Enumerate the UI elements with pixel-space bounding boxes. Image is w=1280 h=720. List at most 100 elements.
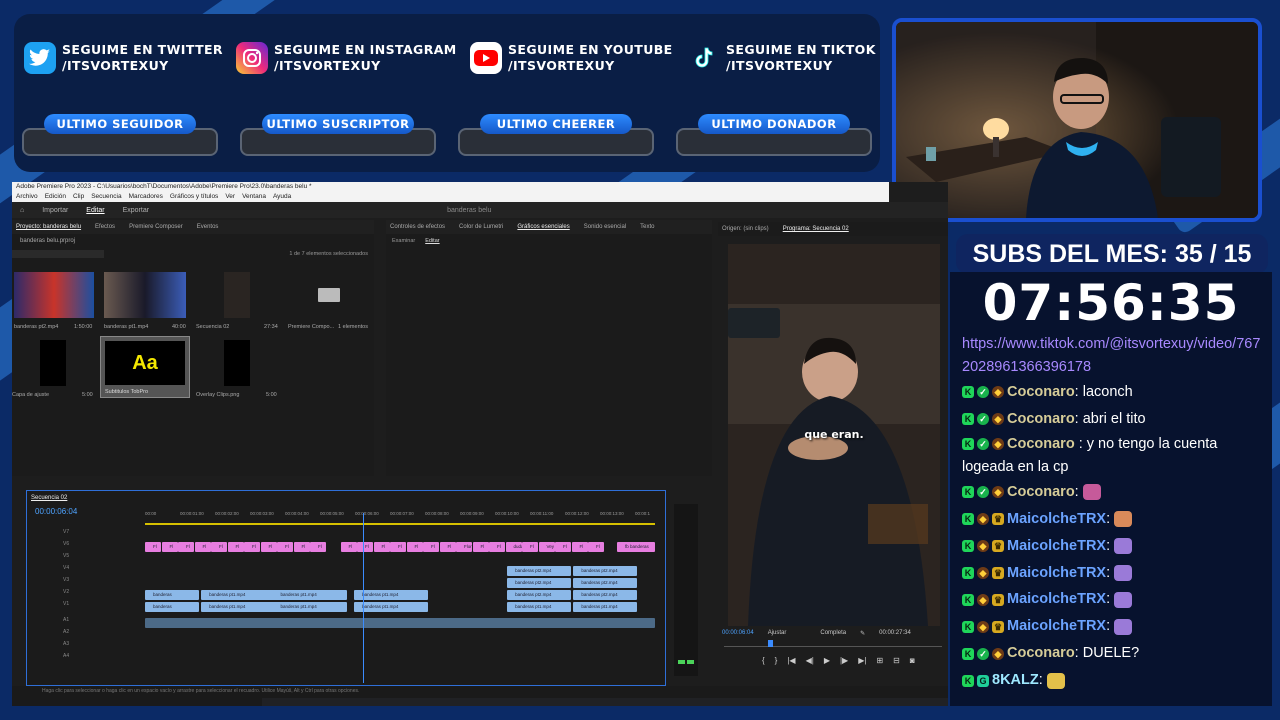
video-track-header[interactable]: V7 <box>27 529 157 541</box>
subtitle-clip[interactable]: dudam <box>505 542 522 552</box>
menu-item[interactable]: Ver <box>225 192 235 202</box>
step-back-icon[interactable]: ◀| <box>806 656 814 665</box>
subtitle-clip[interactable]: Fl <box>161 542 178 552</box>
play-icon[interactable]: ▶ <box>824 656 830 665</box>
video-clip[interactable]: banderas pt1.mp4 <box>354 602 429 612</box>
bin-thumbnail-selected[interactable]: Aa Subtitulos TobPro <box>100 336 190 398</box>
insert-icon[interactable]: ⊞ <box>876 656 883 665</box>
video-clip[interactable]: banderas pt2.mp4 <box>573 578 638 588</box>
timeline-timecode[interactable]: 00:00:06:04 <box>35 507 77 516</box>
tab-export[interactable]: Exportar <box>123 207 149 214</box>
video-clip[interactable]: banderas pt2.mp4 <box>573 566 638 576</box>
menu-item[interactable]: Gráficos y títulos <box>170 192 218 202</box>
audio-track-header[interactable]: A2 <box>27 629 157 641</box>
program-timecode[interactable]: 00:00:06:04 <box>722 630 754 636</box>
video-track-header[interactable]: V4 <box>27 565 157 577</box>
bin-thumbnail[interactable] <box>104 272 186 318</box>
tab-source[interactable]: Origen: (sin clips) <box>722 226 769 232</box>
tab-program[interactable]: Programa: Secuencia 02 <box>783 226 849 232</box>
menu-item[interactable]: Edición <box>45 192 66 202</box>
video-clip[interactable]: banderas pt2.mp4 <box>507 578 572 588</box>
tab-project[interactable]: Proyecto: banderas belu <box>16 224 81 230</box>
subtitle-clip[interactable]: Fl <box>194 542 211 552</box>
menu-item[interactable]: Archivo <box>16 192 38 202</box>
subtitle-clip[interactable]: fb banderas <box>617 542 655 552</box>
bin-thumbnail[interactable] <box>224 272 250 318</box>
tab-edit-graphics[interactable]: Editar <box>425 238 439 244</box>
tab-sequence[interactable]: Secuencia 02 <box>31 495 67 501</box>
tab-text[interactable]: Texto <box>640 224 654 230</box>
audio-track-header[interactable]: A4 <box>27 653 157 665</box>
search-input[interactable] <box>12 250 104 258</box>
subtitle-clip[interactable]: Vey <box>538 542 555 552</box>
wrench-icon[interactable]: ✎ <box>860 630 865 637</box>
tab-essential-graphics[interactable]: Gráficos esenciales <box>517 224 569 230</box>
tab-browse[interactable]: Examinar <box>392 238 415 244</box>
subtitle-clip[interactable]: Fl <box>277 542 293 552</box>
quality-dropdown[interactable]: Completa <box>820 630 846 636</box>
work-area-bar[interactable] <box>145 523 655 525</box>
video-clip[interactable]: banderas pt2.mp4 <box>573 590 638 600</box>
tab-effects[interactable]: Efectos <box>95 224 115 230</box>
subtitle-clip[interactable]: Fl <box>390 542 406 552</box>
subtitle-clip[interactable]: Flori <box>456 542 472 552</box>
subtitle-clip[interactable]: Fl <box>357 542 373 552</box>
video-clip[interactable]: banderas pt1.mp4 <box>272 602 347 612</box>
subtitle-clip[interactable]: Fl <box>423 542 439 552</box>
folder-icon[interactable] <box>318 288 340 302</box>
subtitle-clip[interactable]: Fl <box>244 542 260 552</box>
fit-dropdown[interactable]: Ajustar <box>768 630 787 636</box>
subtitle-clip[interactable]: Fl <box>406 542 423 552</box>
subtitle-clip[interactable]: Fl <box>211 542 227 552</box>
video-track-header[interactable]: V5 <box>27 553 157 565</box>
video-clip[interactable]: banderas pt1.mp4 <box>272 590 347 600</box>
subtitle-clip[interactable]: Fl <box>260 542 277 552</box>
tab-import[interactable]: Importar <box>42 207 68 214</box>
timeline-ruler[interactable]: 00:00 00:00:01:00 00:00:02:00 00:00:03:00 00… <box>145 511 655 521</box>
tab-premiere-composer[interactable]: Premiere Composer <box>129 224 183 230</box>
bin-thumbnail[interactable] <box>40 340 66 386</box>
video-clip[interactable]: banderas <box>145 590 199 600</box>
mark-in-icon[interactable]: { <box>762 656 765 665</box>
overwrite-icon[interactable]: ⊟ <box>893 656 900 665</box>
subtitle-clip[interactable]: Fl <box>588 542 604 552</box>
bin-thumbnail[interactable] <box>14 272 94 318</box>
audio-track-header[interactable]: A1 <box>27 617 157 629</box>
video-clip[interactable]: banderas pt1.mp4 <box>354 590 429 600</box>
video-clip[interactable]: banderas pt1.mp4 <box>507 602 572 612</box>
menu-item[interactable]: Clip <box>73 192 84 202</box>
video-clip[interactable]: banderas pt1.mp4 <box>201 590 276 600</box>
menu-item[interactable]: Secuencia <box>91 192 121 202</box>
subtitle-clip[interactable]: Fl <box>293 542 310 552</box>
bin-thumbnail[interactable] <box>224 340 250 386</box>
step-forward-icon[interactable]: |▶ <box>840 656 848 665</box>
subtitle-clip[interactable]: Fl <box>522 542 538 552</box>
video-clip[interactable]: banderas <box>145 602 199 612</box>
video-clip[interactable]: banderas pt2.mp4 <box>507 566 572 576</box>
subtitle-clip[interactable]: Fl <box>373 542 390 552</box>
audio-track-header[interactable]: A3 <box>27 641 157 653</box>
video-track-header[interactable]: V2 <box>27 589 157 601</box>
subtitle-clip[interactable]: Fl <box>178 542 194 552</box>
subtitle-clip[interactable]: Fl <box>571 542 588 552</box>
tab-essential-sound[interactable]: Sonido esencial <box>584 224 626 230</box>
timeline-playhead[interactable] <box>363 513 364 683</box>
mark-out-icon[interactable]: } <box>775 656 778 665</box>
subtitle-clip[interactable]: Fl <box>439 542 456 552</box>
subtitle-clip[interactable]: Fl <box>227 542 244 552</box>
program-playhead[interactable] <box>768 640 773 647</box>
video-track-header[interactable]: V6 <box>27 541 157 553</box>
video-track-header[interactable]: V1 <box>27 601 157 613</box>
audio-clip[interactable] <box>145 618 655 628</box>
tab-edit[interactable]: Editar <box>86 207 104 214</box>
video-clip[interactable]: banderas pt1.mp4 <box>201 602 276 612</box>
video-track-header[interactable]: V3 <box>27 577 157 589</box>
video-clip[interactable]: banderas pt1.mp4 <box>573 602 638 612</box>
tab-lumetri[interactable]: Color de Lumetri <box>459 224 503 230</box>
menu-item[interactable]: Marcadores <box>129 192 163 202</box>
subtitle-clip[interactable]: Fl <box>472 542 489 552</box>
subtitle-clip[interactable]: Fl <box>310 542 326 552</box>
subtitle-clip[interactable]: Fl <box>340 542 357 552</box>
home-icon[interactable]: ⌂ <box>20 207 24 214</box>
subtitle-clip[interactable]: Fl <box>489 542 505 552</box>
